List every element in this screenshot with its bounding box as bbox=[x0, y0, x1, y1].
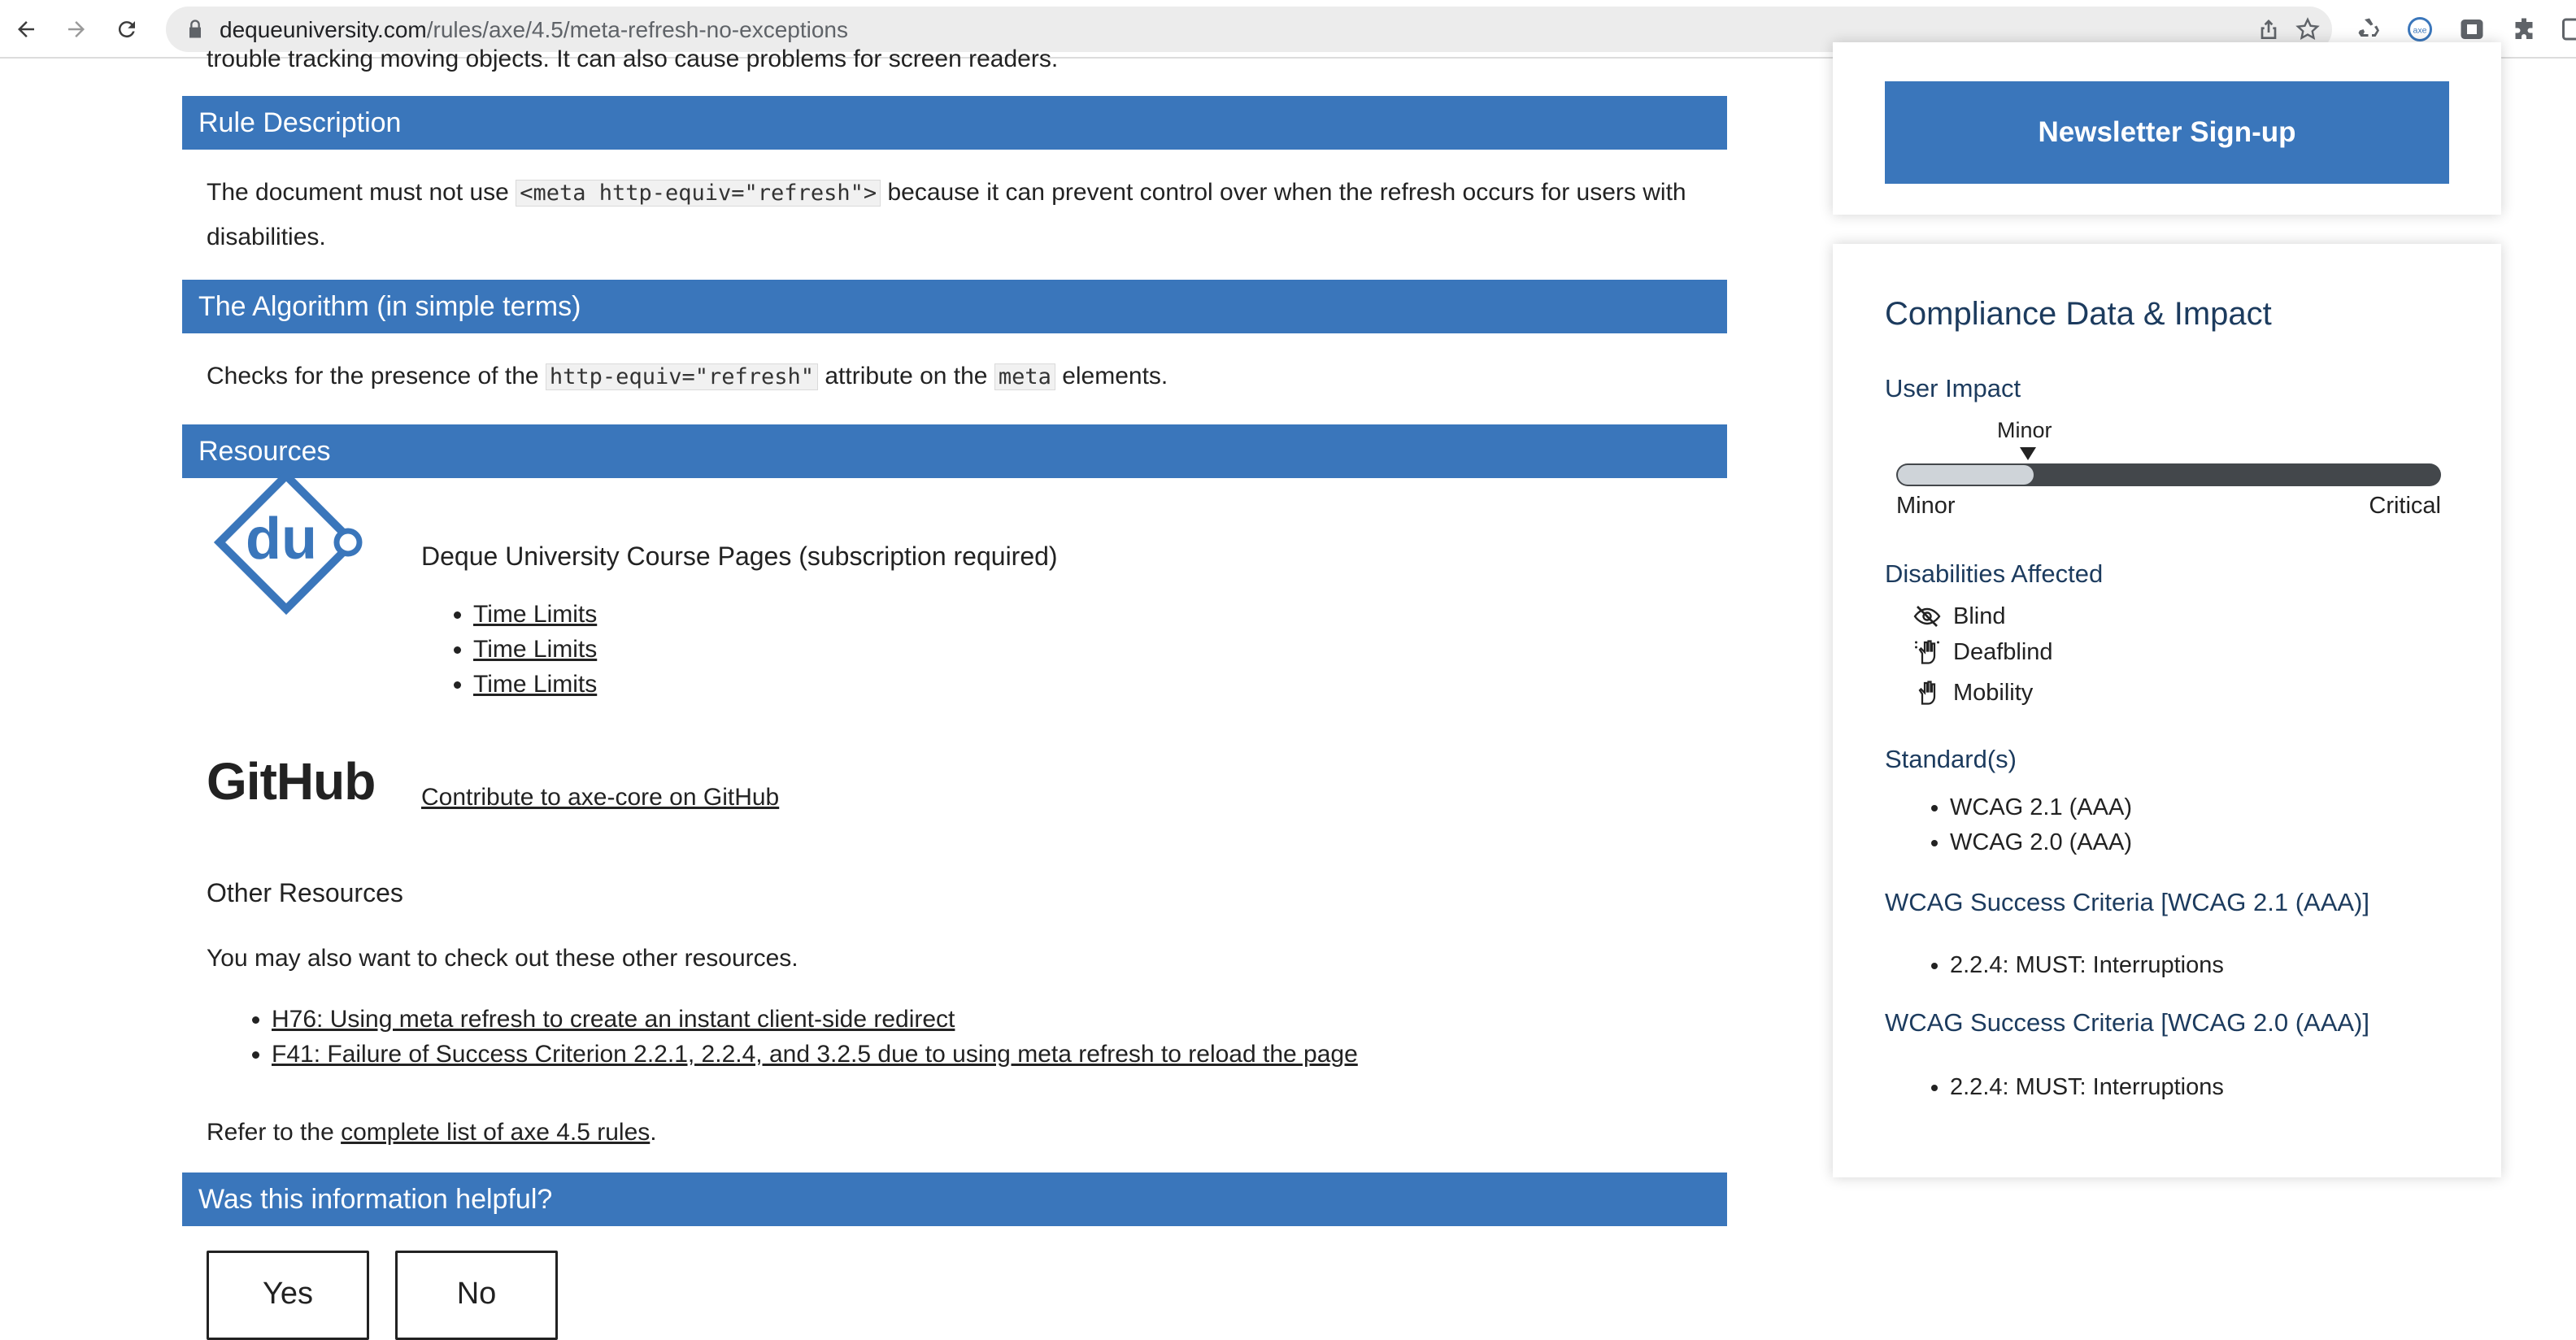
du-logo-text: du bbox=[246, 507, 317, 572]
no-button[interactable]: No bbox=[395, 1251, 558, 1340]
resources-heading: Resources bbox=[182, 424, 1727, 478]
criteria-21-list: 2.2.4: MUST: Interruptions bbox=[1885, 948, 2224, 983]
lock-icon bbox=[184, 18, 207, 41]
side-panel-icon[interactable] bbox=[2560, 15, 2576, 44]
compliance-title: Compliance Data & Impact bbox=[1885, 296, 2272, 333]
time-limits-link-3[interactable]: Time Limits bbox=[473, 671, 597, 698]
list-item: F41: Failure of Success Criterion 2.2.1,… bbox=[272, 1037, 1358, 1072]
url-text: dequeuniversity.com/rules/axe/4.5/meta-r… bbox=[220, 17, 848, 43]
axe-extension-icon[interactable]: axe bbox=[2405, 15, 2435, 44]
f41-link[interactable]: F41: Failure of Success Criterion 2.2.1,… bbox=[272, 1041, 1358, 1068]
list-item: Time Limits bbox=[473, 597, 597, 632]
share-icon[interactable] bbox=[2256, 16, 2282, 42]
newsletter-card: Newsletter Sign-up bbox=[1833, 42, 2501, 215]
main-content: trouble tracking moving objects. It can … bbox=[0, 59, 1789, 1333]
back-button[interactable] bbox=[8, 11, 44, 47]
hand-icon bbox=[1912, 678, 1942, 707]
http-equiv-code: http-equiv="refresh" bbox=[546, 363, 818, 390]
criteria-20-label: WCAG Success Criteria [WCAG 2.0 (AAA)] bbox=[1885, 1008, 2369, 1038]
list-item: H76: Using meta refresh to create an ins… bbox=[272, 1002, 1358, 1037]
list-item: Time Limits bbox=[473, 667, 597, 702]
algorithm-text: Checks for the presence of the http-equi… bbox=[207, 355, 1719, 399]
reload-icon bbox=[115, 17, 139, 41]
newsletter-signup-button[interactable]: Newsletter Sign-up bbox=[1885, 81, 2449, 184]
user-impact-label: User Impact bbox=[1885, 374, 2021, 403]
list-item: 2.2.4: MUST: Interruptions bbox=[1950, 948, 2224, 983]
list-item: WCAG 2.0 (AAA) bbox=[1950, 825, 2132, 860]
svg-text:axe: axe bbox=[2413, 26, 2427, 36]
deque-university-logo: du bbox=[207, 467, 369, 621]
disability-blind: Blind bbox=[1912, 602, 2006, 631]
axe-rules-list-link[interactable]: complete list of axe 4.5 rules bbox=[341, 1119, 650, 1146]
eye-slash-icon bbox=[1912, 602, 1942, 631]
meta-code: meta bbox=[994, 363, 1055, 390]
impact-marker-label: Minor bbox=[1997, 418, 2052, 443]
time-limits-link-2[interactable]: Time Limits bbox=[473, 636, 597, 663]
impact-max-label: Critical bbox=[2360, 493, 2441, 520]
standards-label: Standard(s) bbox=[1885, 745, 2017, 774]
other-resources-desc: You may also want to check out these oth… bbox=[207, 945, 798, 972]
reload-button[interactable] bbox=[109, 11, 145, 47]
disabilities-label: Disabilities Affected bbox=[1885, 559, 2103, 589]
bookmark-star-icon[interactable] bbox=[2295, 16, 2321, 42]
criteria-21-label: WCAG Success Criteria [WCAG 2.1 (AAA)] bbox=[1885, 888, 2369, 917]
criteria-20-list: 2.2.4: MUST: Interruptions bbox=[1885, 1070, 2224, 1105]
list-item: 2.2.4: MUST: Interruptions bbox=[1950, 1070, 2224, 1105]
forward-arrow-icon bbox=[64, 17, 89, 41]
refer-text: Refer to the complete list of axe 4.5 ru… bbox=[207, 1111, 1719, 1155]
extensions-puzzle-icon[interactable] bbox=[2509, 15, 2539, 44]
time-limits-link-1[interactable]: Time Limits bbox=[473, 601, 597, 628]
course-links-list: Time Limits Time Limits Time Limits bbox=[441, 597, 597, 702]
sidebar: Newsletter Sign-up Compliance Data & Imp… bbox=[1833, 59, 2501, 1333]
impact-meter bbox=[1896, 463, 2441, 486]
disability-mobility: Mobility bbox=[1912, 678, 2033, 707]
forward-button[interactable] bbox=[59, 11, 94, 47]
cutoff-text: trouble tracking moving objects. It can … bbox=[207, 46, 1058, 73]
standards-list: WCAG 2.1 (AAA) WCAG 2.0 (AAA) bbox=[1885, 790, 2132, 860]
color-extension-icon[interactable] bbox=[2457, 15, 2487, 44]
meta-refresh-code: <meta http-equiv="refresh"> bbox=[516, 180, 881, 207]
impact-caret-icon bbox=[2020, 447, 2036, 460]
algorithm-heading: The Algorithm (in simple terms) bbox=[182, 280, 1727, 333]
list-item: Time Limits bbox=[473, 632, 597, 667]
rule-description-text: The document must not use <meta http-equ… bbox=[207, 171, 1719, 259]
h76-link[interactable]: H76: Using meta refresh to create an ins… bbox=[272, 1006, 955, 1033]
list-item: WCAG 2.1 (AAA) bbox=[1950, 790, 2132, 825]
recycle-extension-icon[interactable] bbox=[2355, 15, 2384, 44]
compliance-card: Compliance Data & Impact User Impact Min… bbox=[1833, 244, 2501, 1177]
impact-meter-fill bbox=[1898, 465, 2034, 485]
other-resources-title: Other Resources bbox=[207, 878, 403, 908]
disability-deafblind: Deafblind bbox=[1912, 637, 2053, 667]
github-contribute-link[interactable]: Contribute to axe-core on GitHub bbox=[421, 784, 779, 811]
rule-description-heading: Rule Description bbox=[182, 96, 1727, 150]
github-logo: GitHub bbox=[207, 751, 375, 811]
back-arrow-icon bbox=[14, 17, 38, 41]
yes-button[interactable]: Yes bbox=[207, 1251, 369, 1340]
impact-min-label: Minor bbox=[1896, 493, 1956, 520]
other-resources-list: H76: Using meta refresh to create an ins… bbox=[239, 1002, 1358, 1072]
helpful-heading: Was this information helpful? bbox=[182, 1172, 1727, 1226]
deafblind-hand-icon bbox=[1912, 637, 1942, 667]
course-pages-title: Deque University Course Pages (subscript… bbox=[421, 542, 1058, 572]
